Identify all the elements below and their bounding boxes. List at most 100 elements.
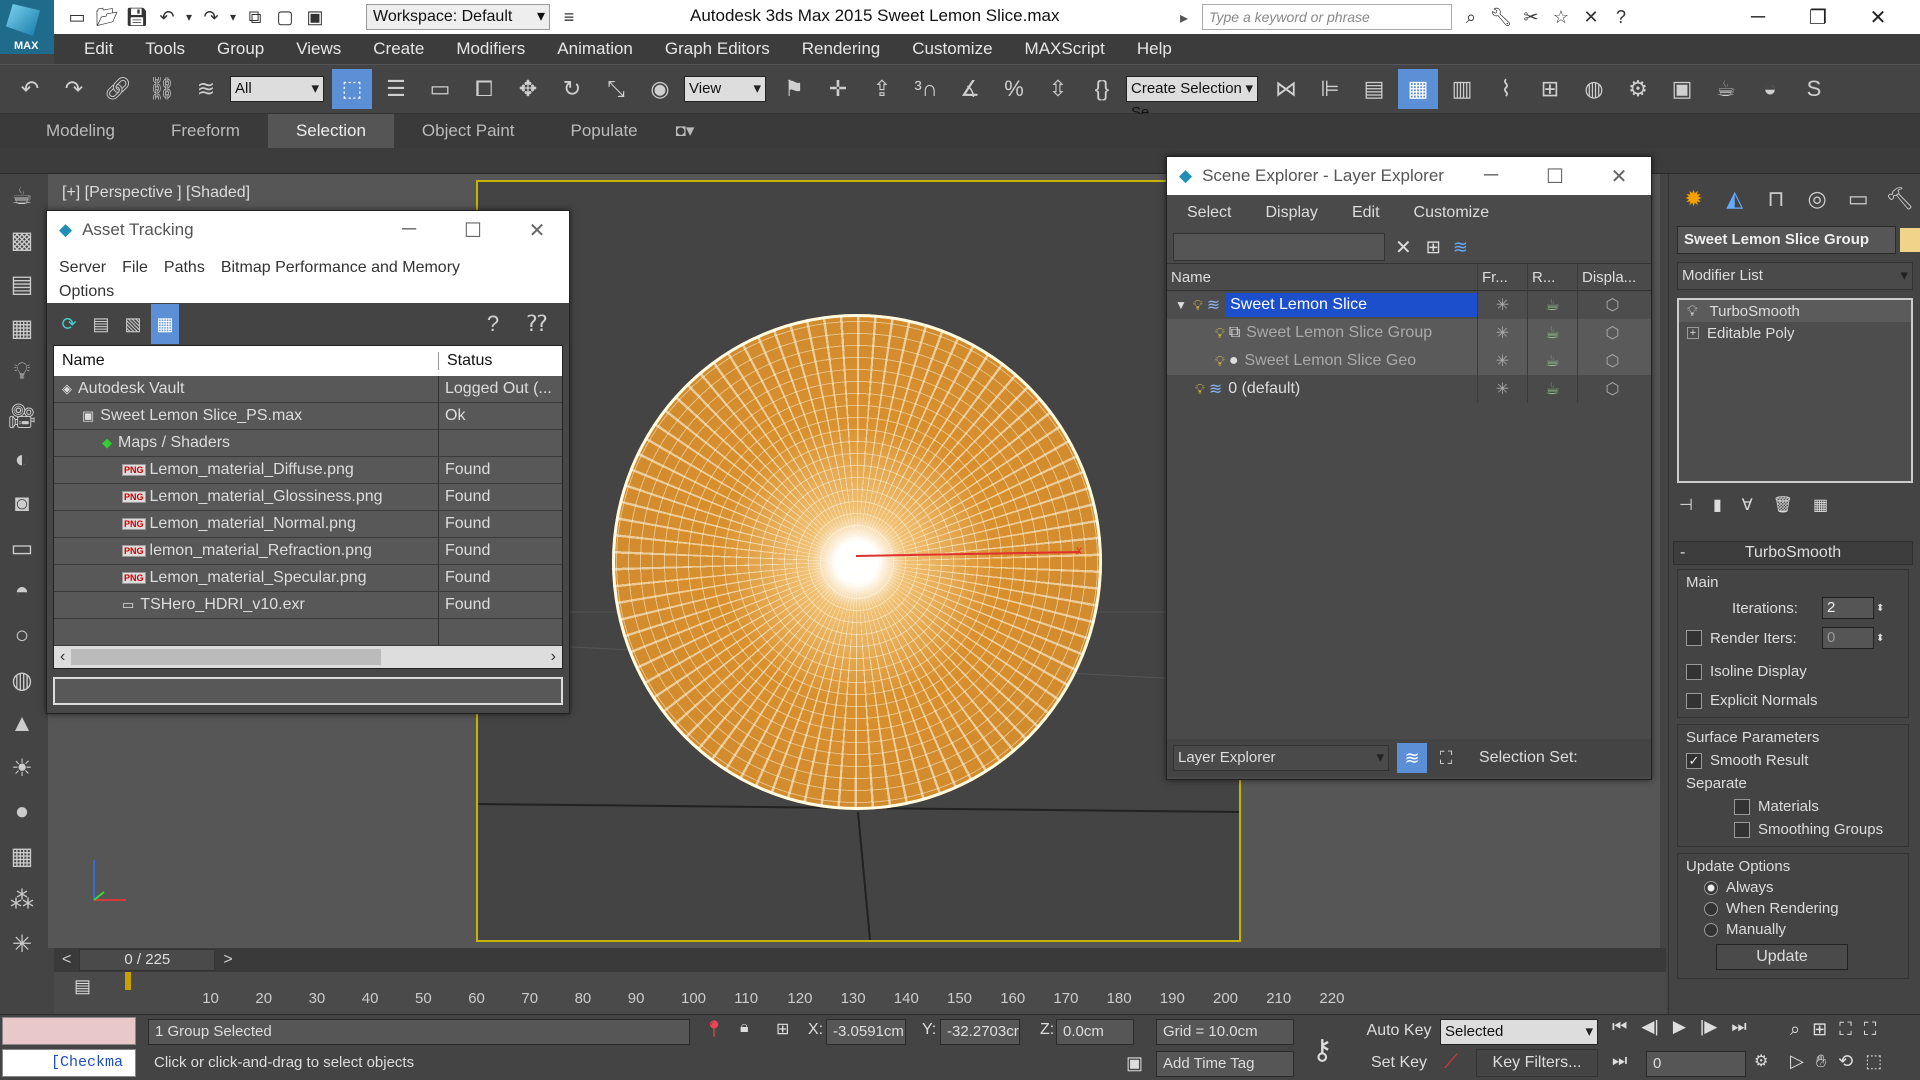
display-box-icon[interactable]: ⬡ — [1577, 319, 1647, 347]
selection-lock-icon[interactable]: 🔒︎ — [740, 1019, 749, 1037]
app-logo-button[interactable]: MAX — [0, 0, 54, 54]
exchange-icon[interactable]: ✕ — [1576, 2, 1606, 32]
move-icon[interactable]: ✥ — [508, 69, 548, 109]
key-mode-dropdown[interactable]: Selected — [1440, 1019, 1598, 1045]
asset-path-field[interactable] — [53, 677, 563, 705]
tab-freeform[interactable]: Freeform — [143, 114, 268, 148]
selection-filter-dropdown[interactable]: All — [230, 76, 324, 102]
create-tab-icon[interactable]: ✹ — [1673, 178, 1714, 220]
render-setup-icon[interactable]: ⚙ — [1618, 69, 1658, 109]
smooth-result-checkbox[interactable]: ✓ — [1686, 752, 1702, 769]
menu-file[interactable]: File — [114, 259, 156, 277]
layers-icon[interactable]: ≋ — [1397, 743, 1427, 773]
previous-frame-icon[interactable]: ◀| — [1641, 1017, 1659, 1037]
utilities-tab-icon[interactable]: 🔨︎ — [1879, 178, 1920, 220]
edit-named-selection-icon[interactable]: {} — [1082, 69, 1122, 109]
render-iterative-icon[interactable]: ◒ — [1750, 69, 1790, 109]
zoom-all-icon[interactable]: ⊞ — [1812, 1019, 1827, 1040]
spinner-arrows-icon[interactable]: ⬍ — [1876, 603, 1884, 614]
frozen-icon[interactable]: ✳ — [1477, 375, 1527, 403]
table-row[interactable]: PNG Lemon_material_Normal.png Found — [54, 511, 562, 538]
scroll-right-icon[interactable]: › — [545, 648, 562, 666]
scale-icon[interactable]: ⤡ — [596, 69, 636, 109]
menu-bitmap-performance[interactable]: Bitmap Performance and Memory — [213, 259, 468, 277]
table-row[interactable]: PNG lemon_material_Refraction.png Found — [54, 538, 562, 565]
mini-curve-editor-icon[interactable]: ▤ — [74, 976, 91, 997]
select-object-icon[interactable]: ⬚ — [332, 69, 372, 109]
teapot-icon[interactable]: ☕︎ — [0, 174, 44, 218]
iterations-spinner[interactable]: 2 — [1822, 597, 1874, 619]
close-icon[interactable]: ✕ — [1587, 164, 1651, 189]
scroll-thumb[interactable] — [71, 649, 382, 665]
rollout-header[interactable]: - TurboSmooth — [1673, 541, 1913, 565]
renderable-icon[interactable]: ☕︎ — [1527, 375, 1577, 403]
go-to-end-icon[interactable]: ⏭ — [1731, 1017, 1746, 1037]
mirror-icon[interactable]: ⋈ — [1266, 69, 1306, 109]
table-view-icon[interactable]: ▦ — [151, 304, 179, 344]
ribbon-options-icon[interactable]: ◘▾ — [666, 114, 705, 148]
menu-maxscript[interactable]: MAXScript — [1009, 34, 1121, 64]
time-slider[interactable]: < 0 / 225 > — [54, 948, 1666, 972]
redo-icon[interactable]: ↷ — [196, 2, 226, 32]
unlink-icon[interactable]: ⛓ — [142, 69, 182, 109]
scripting-icon[interactable]: S — [1794, 69, 1834, 109]
set-key-icon[interactable]: ⟋ — [1444, 1051, 1458, 1074]
orbit-icon[interactable]: ⟲ — [1838, 1051, 1853, 1072]
set-key-button[interactable]: Set Key — [1364, 1049, 1434, 1077]
layer-add-icon[interactable]: ≋ — [1453, 237, 1468, 258]
spinner-snap-icon[interactable]: ⇳ — [1038, 69, 1078, 109]
z-coordinate-field[interactable]: 0.0cm — [1056, 1019, 1134, 1045]
menu-customize[interactable]: Customize — [896, 34, 1008, 64]
table-row[interactable]: PNG Lemon_material_Glossiness.png Found — [54, 484, 562, 511]
window-icon[interactable]: ▣ — [300, 2, 330, 32]
maximize-icon[interactable]: ☐ — [1523, 164, 1587, 189]
add-time-tag-field[interactable]: Add Time Tag — [1156, 1051, 1294, 1077]
render-iters-checkbox[interactable] — [1686, 630, 1702, 646]
next-frame-icon[interactable]: |▶ — [1700, 1017, 1718, 1037]
communication-icon[interactable]: 🔧︎ — [1486, 2, 1516, 32]
table-row[interactable]: ▭ TSHero_HDRI_v10.exr Found — [54, 592, 562, 619]
particles-icon[interactable]: ⁂ — [0, 878, 44, 922]
menu-edit[interactable]: Edit — [68, 34, 129, 64]
toggle-scene-explorer-icon[interactable]: ▤ — [1354, 69, 1394, 109]
keyboard-shortcut-icon[interactable]: ⇪ — [862, 69, 902, 109]
stack-item-turbosmooth[interactable]: 💡︎ TurboSmooth — [1679, 300, 1911, 322]
hierarchy-tab-icon[interactable]: ⊓ — [1755, 178, 1796, 220]
update-button[interactable]: Update — [1716, 944, 1848, 970]
transform-gizmo[interactable]: x — [850, 540, 1090, 570]
manipulate-icon[interactable]: ✛ — [818, 69, 858, 109]
modify-tab-icon[interactable]: ◭ — [1714, 178, 1755, 220]
circle-icon[interactable]: ○ — [0, 614, 44, 658]
schematic-view-icon[interactable]: ⊞ — [1530, 69, 1570, 109]
tab-populate[interactable]: Populate — [543, 114, 666, 148]
renderable-icon[interactable]: ☕︎ — [1527, 291, 1577, 319]
sphere-icon[interactable]: ● — [0, 790, 44, 834]
explicit-normals-checkbox[interactable] — [1686, 692, 1702, 709]
lightbulb-icon[interactable]: 💡︎ — [1215, 353, 1225, 370]
column-status[interactable]: Status — [439, 352, 492, 370]
always-radio[interactable] — [1704, 880, 1718, 895]
menu-options[interactable]: Options — [51, 283, 122, 301]
display-box-icon[interactable]: ⬡ — [1577, 291, 1647, 319]
camera-icon[interactable]: 🎥︎ — [0, 394, 44, 438]
skeleton-icon[interactable]: ✳ — [0, 922, 44, 966]
pin-stack-icon[interactable]: ⊣ — [1679, 495, 1693, 515]
scene-explorer-titlebar[interactable]: ◆ Scene Explorer - Layer Explorer ─ ☐ ✕ — [1167, 157, 1651, 195]
context-help-icon[interactable]: ⁇ — [517, 304, 557, 344]
menu-help[interactable]: Help — [1121, 34, 1188, 64]
play-icon[interactable]: ▶ — [1673, 1017, 1686, 1037]
table-icon[interactable]: ▦ — [0, 306, 44, 350]
frozen-icon[interactable]: ✳ — [1477, 347, 1527, 375]
menu-server[interactable]: Server — [51, 259, 114, 277]
lightbulb-icon[interactable]: 💡︎ — [1215, 325, 1225, 342]
project-folder-icon[interactable]: ▢ — [270, 2, 300, 32]
display-box-icon[interactable]: ⬡ — [1577, 375, 1647, 403]
snaps-toggle-icon[interactable]: ³∩ — [906, 69, 946, 109]
prev-frame-icon[interactable]: < — [54, 951, 79, 969]
lightbulb-icon[interactable]: 💡︎ — [1687, 303, 1698, 320]
hierarchy-icon[interactable]: ⛶ — [1431, 743, 1461, 773]
menu-create[interactable]: Create — [357, 34, 440, 64]
column-name[interactable]: Name — [1167, 269, 1477, 286]
menu-edit[interactable]: Edit — [1344, 204, 1406, 222]
percent-snap-icon[interactable]: % — [994, 69, 1034, 109]
